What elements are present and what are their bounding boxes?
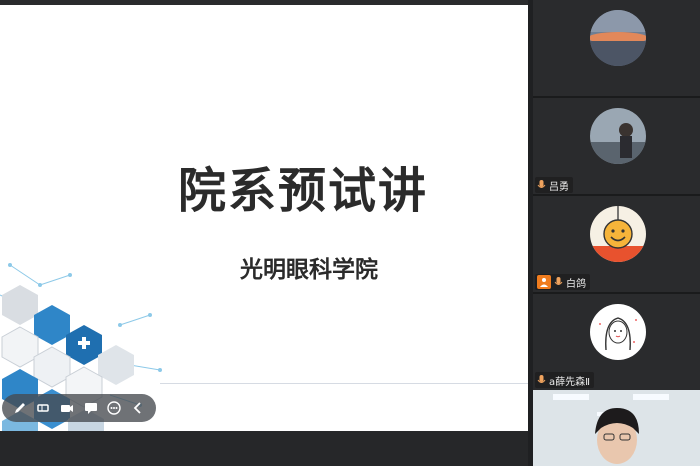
sunset-avatar [590, 10, 646, 66]
participant-tile[interactable]: 吕勇 [533, 98, 700, 194]
microphone-icon [554, 276, 563, 285]
person-photo-avatar [590, 108, 646, 164]
participant-tile[interactable]: a薛先森Ⅱ [533, 294, 700, 390]
participant-name: 白鸽 [566, 278, 586, 290]
camera-video-tile[interactable] [533, 390, 700, 466]
cartoon-girl-avatar [590, 304, 646, 360]
participant-name-tag: 吕勇 [535, 177, 573, 193]
chat-icon[interactable] [81, 398, 101, 418]
host-badge-icon [537, 275, 551, 289]
microphone-icon [537, 374, 546, 383]
camera-feed-image [533, 390, 700, 466]
eraser-icon[interactable] [33, 398, 53, 418]
slide-title: 院系预试讲 [178, 163, 429, 219]
participant-tile[interactable] [533, 0, 700, 96]
slide-subtitle: 光明眼科学院 [240, 257, 378, 283]
participant-name: a薛先森Ⅱ [549, 376, 591, 388]
more-icon[interactable] [104, 398, 124, 418]
participant-name-tag: 白鸽 [535, 274, 590, 290]
participant-name: 吕勇 [549, 181, 569, 193]
participant-tile[interactable]: 白鸽 [533, 196, 700, 292]
slide-bottom-bar [0, 431, 528, 466]
camera-icon[interactable] [57, 398, 77, 418]
microphone-icon [537, 179, 546, 188]
participant-name-tag: a薛先森Ⅱ [535, 372, 595, 388]
participants-panel: 吕勇 白鸽 a薛先森Ⅱ [533, 0, 700, 466]
collapse-icon[interactable] [128, 398, 148, 418]
slide-divider-line [160, 383, 528, 384]
shared-screen-area: 院系预试讲 光明眼科学院 [0, 0, 528, 466]
presentation-slide: 院系预试讲 光明眼科学院 [0, 5, 528, 431]
annotation-toolbar [2, 394, 156, 422]
pen-icon[interactable] [10, 398, 30, 418]
smiley-avatar [590, 206, 646, 262]
